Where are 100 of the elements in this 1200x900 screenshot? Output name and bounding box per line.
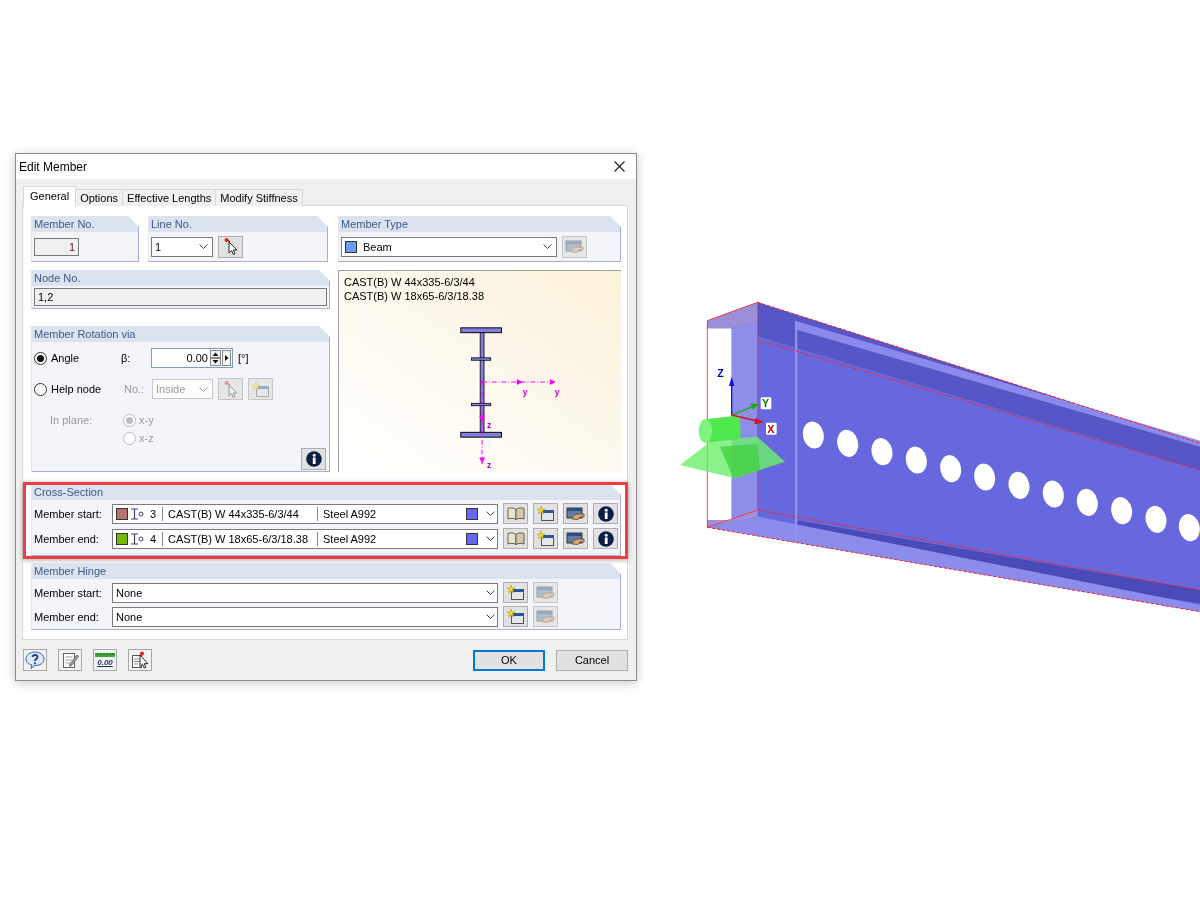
triangle-right-icon[interactable] xyxy=(222,350,231,366)
window-title: Edit Member xyxy=(19,159,88,174)
star-window-icon xyxy=(507,609,524,624)
hinge-dropdown[interactable]: None xyxy=(112,606,498,627)
dialog-button[interactable]: Cancel xyxy=(556,649,628,671)
section-number: 3 xyxy=(150,507,158,520)
radio-button[interactable] xyxy=(123,431,136,445)
units-button[interactable]: 0.00 xyxy=(93,649,117,671)
axis-label: Y xyxy=(762,397,770,410)
tab[interactable]: Options xyxy=(75,189,124,206)
close-icon xyxy=(613,161,625,172)
section-label: CAST(B) W 18x65-6/3/18.38 xyxy=(344,289,484,303)
material-name: Steel A992 xyxy=(323,507,377,520)
card-hand-icon xyxy=(566,507,585,520)
radio-button[interactable] xyxy=(123,413,136,427)
info-button[interactable] xyxy=(301,448,326,470)
info-button[interactable] xyxy=(593,503,618,524)
new-button[interactable] xyxy=(503,582,528,603)
group-title: Member Type xyxy=(341,218,409,230)
axis-label: y xyxy=(522,386,528,397)
star-window-icon xyxy=(537,531,554,546)
i-beam-icon xyxy=(130,507,144,520)
chevron-icon xyxy=(199,244,208,249)
dialog-button[interactable]: OK xyxy=(473,649,545,671)
radio-button[interactable] xyxy=(34,351,47,365)
chevron-icon xyxy=(199,386,208,392)
edit-button[interactable] xyxy=(563,528,588,549)
axis-label: z xyxy=(486,460,492,471)
book-icon xyxy=(506,532,525,545)
member-number-field[interactable]: 1 xyxy=(34,237,79,256)
section-name: CAST(B) W 44x335-6/3/44 xyxy=(168,507,300,520)
help-button[interactable] xyxy=(23,649,47,671)
axis-label: X xyxy=(767,422,775,435)
group-title: Member Rotation via xyxy=(34,328,136,340)
library-button[interactable] xyxy=(503,528,528,549)
notes-button[interactable] xyxy=(58,649,82,671)
member-type-dropdown[interactable]: Beam xyxy=(341,236,557,257)
card-hand-icon xyxy=(536,586,555,599)
card-hand-icon xyxy=(565,240,584,253)
axis-label: Z xyxy=(717,367,724,380)
angle-input[interactable]: 0.00 xyxy=(151,348,233,368)
pick-button[interactable] xyxy=(128,649,152,671)
info-icon xyxy=(305,451,322,467)
group-title: Cross-Section xyxy=(34,486,104,498)
info-icon xyxy=(597,505,614,522)
help-icon xyxy=(25,651,45,669)
ruler-icon xyxy=(95,653,115,657)
row-label: Member end: xyxy=(34,610,100,623)
row-label: Member end: xyxy=(34,532,100,545)
new-button[interactable] xyxy=(533,503,558,524)
row-label: Member start: xyxy=(34,586,103,599)
cross-section-dropdown[interactable]: 4 CAST(B) W 18x65-6/3/18.38 Steel A992 xyxy=(112,528,498,549)
radio-label[interactable]: Help node xyxy=(51,383,102,395)
tab[interactable]: Modify Stiffness xyxy=(215,189,303,206)
edit-button[interactable] xyxy=(563,503,588,524)
card-hand-icon xyxy=(536,610,555,623)
chevron-icon xyxy=(486,590,495,595)
swatch-icon xyxy=(466,532,478,545)
section-name: CAST(B) W 18x65-6/3/18.38 xyxy=(168,532,309,545)
line-number-dropdown[interactable]: 1 xyxy=(151,236,213,257)
hinge-dropdown[interactable]: None xyxy=(112,582,498,603)
section-number: 4 xyxy=(150,532,158,545)
swatch-icon xyxy=(466,507,478,520)
plane-label: In plane: xyxy=(50,414,93,426)
chevron-icon xyxy=(486,614,495,619)
library-button[interactable] xyxy=(503,503,528,524)
card-hand-icon xyxy=(566,532,585,545)
info-button[interactable] xyxy=(593,528,618,549)
cross-section-dropdown[interactable]: 3 CAST(B) W 44x335-6/3/44 Steel A992 xyxy=(112,503,498,524)
document-cursor-icon xyxy=(131,651,149,669)
book-icon xyxy=(506,507,525,520)
i-beam-icon xyxy=(130,532,144,545)
material-name: Steel A992 xyxy=(323,532,377,545)
swatch-icon xyxy=(345,240,357,253)
chevron-icon xyxy=(486,511,495,516)
beta-label: β: xyxy=(121,352,131,364)
node-number-field[interactable]: 1,2 xyxy=(34,288,327,306)
units-label: 0.00 xyxy=(97,658,113,667)
group-title: Member No. xyxy=(34,218,95,230)
new-button[interactable] xyxy=(533,528,558,549)
star-window-icon xyxy=(507,585,524,600)
star-window-icon xyxy=(252,381,269,397)
chevron-icon xyxy=(543,244,552,249)
radio-button[interactable] xyxy=(34,382,47,396)
group-title: Line No. xyxy=(151,218,192,230)
section-label: CAST(B) W 44x335-6/3/44 xyxy=(344,275,475,289)
star-window-icon xyxy=(537,506,554,521)
radio-label[interactable]: Angle xyxy=(51,352,80,364)
axis-label: z xyxy=(486,420,492,431)
tab[interactable]: General xyxy=(23,186,77,207)
pick-button[interactable] xyxy=(218,235,243,258)
chevron-icon xyxy=(486,536,495,541)
axis-label: y xyxy=(554,386,560,397)
row-label: Member start: xyxy=(34,507,103,520)
node-label: No.: xyxy=(124,383,145,395)
cursor-pin-icon xyxy=(223,380,238,398)
new-button[interactable] xyxy=(503,606,528,627)
group-title: Node No. xyxy=(34,272,81,284)
tab[interactable]: Effective Lengths xyxy=(122,189,217,206)
info-icon xyxy=(597,530,614,547)
